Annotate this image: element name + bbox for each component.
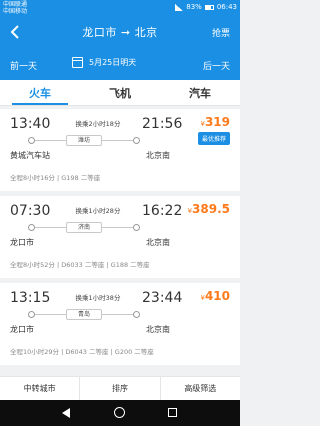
arrival-station: 北京南 [146,325,170,334]
trip-info: 全程8小时16分 | G198 二等座 [10,174,101,182]
transport-tabs: 火车 飞机 汽车 [0,80,240,106]
trip-info: 全程10小时29分 | D6043 二等座 | G200 二等座 [10,348,154,356]
departure-dot-icon [28,224,35,231]
transfer-duration: 换乘1小时28分 [75,207,121,215]
via-station: 青岛 [66,309,102,320]
price-value: 410 [204,289,230,303]
carrier-info: 中国联通 中国移动 [3,1,27,15]
route-line: 青岛 [28,309,140,320]
tab-train[interactable]: 火车 [0,85,80,101]
date-label: 5月25日明天 [89,58,137,67]
status-right: 83% 06:43 [175,3,237,11]
status-bar: 中国联通 中国移动 83% 06:43 [0,0,240,17]
arrival-time: 23:44 [142,290,183,306]
via-station: 潍坊 [66,135,102,146]
arrival-dot-icon [133,224,140,231]
departure-time: 13:15 [10,290,51,306]
transfer-city-button[interactable]: 中转城市 [0,377,81,400]
active-tab-indicator [12,103,68,105]
arrival-station: 北京南 [146,151,170,160]
arrival-time: 16:22 [142,203,183,219]
departure-station: 龙口市 [10,238,34,247]
battery-icon [204,4,214,10]
departure-dot-icon [28,137,35,144]
grab-ticket-button[interactable]: 抢票 [212,26,230,39]
arrival-dot-icon [133,137,140,144]
route-line: 济南 [28,222,140,233]
date-bar: 前一天 5月25日明天 后一天 [0,47,240,80]
departure-time: 07:30 [10,203,51,219]
next-day-button[interactable]: 后一天 [203,59,230,72]
route-line: 潍坊 [28,135,140,146]
android-nav-bar [0,400,240,426]
bottom-toolbar: 中转城市 排序 高级筛选 [0,376,240,400]
carrier-1: 中国联通 [3,1,28,8]
arrival-time: 21:56 [142,116,183,132]
tab-plane[interactable]: 飞机 [80,85,160,101]
departure-time: 13:40 [10,116,51,132]
trip-card[interactable]: 07:30 换乘1小时28分 16:22 ¥389.5 济南 龙口市 北京南 全… [0,196,240,278]
nav-home-icon[interactable] [114,407,125,418]
transfer-duration: 换乘1小时38分 [75,294,121,302]
date-selector[interactable]: 5月25日明天 [72,57,136,68]
advanced-filter-button[interactable]: 高级筛选 [161,377,240,400]
transfer-duration: 换乘2小时18分 [75,120,121,128]
route-title: 龙口市 ➞ 北京 [82,26,158,39]
nav-recent-apps-icon[interactable] [168,408,177,417]
tab-bus[interactable]: 汽车 [160,85,240,101]
departure-station: 龙口市 [10,325,34,334]
battery-percent: 83% [186,3,202,11]
departure-dot-icon [28,311,35,318]
price-value: 319 [204,115,230,129]
prev-day-button[interactable]: 前一天 [10,59,37,72]
price-value: 389.5 [192,202,230,216]
arrival-dot-icon [133,311,140,318]
clock: 06:43 [216,3,237,11]
signal-icon [175,3,184,11]
trip-card[interactable]: 13:40 换乘2小时18分 21:56 ¥319 最优推荐 潍坊 黄城汽车站 … [0,109,240,191]
departure-station: 黄城汽车站 [10,151,50,160]
nav-back-icon[interactable] [62,408,70,418]
recommend-badge: 最优推荐 [197,132,230,145]
via-station: 济南 [66,222,102,233]
carrier-2: 中国移动 [3,8,28,15]
app-header: 龙口市 ➞ 北京 抢票 [0,17,240,47]
trip-info: 全程8小时52分 | D6033 二等座 | G188 二等座 [10,261,150,269]
trip-card[interactable]: 13:15 换乘1小时38分 23:44 ¥410 青岛 龙口市 北京南 全程1… [0,283,240,365]
calendar-icon [72,57,83,68]
sort-button[interactable]: 排序 [80,377,161,400]
price: ¥410 [200,289,230,303]
arrival-station: 北京南 [146,238,170,247]
price: ¥389.5 [188,202,230,216]
price: ¥319 [200,115,230,129]
